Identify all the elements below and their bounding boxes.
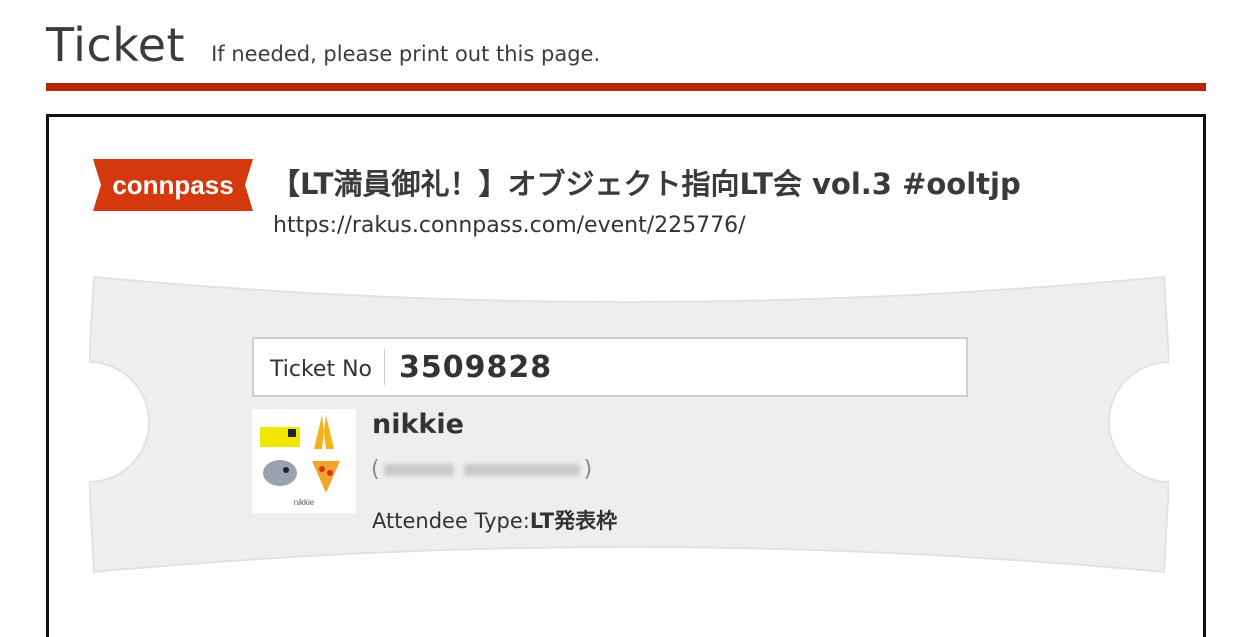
event-title[interactable]: 【LT満員御礼！】オブジェクト指向LT会 vol.3 #ooltjp xyxy=(271,161,1021,203)
redacted-block xyxy=(383,463,454,476)
ticket-number-label: Ticket No xyxy=(254,349,385,385)
ticket-number-box: Ticket No 3509828 xyxy=(252,337,968,397)
attendee-type-label: Attendee Type: xyxy=(372,509,530,533)
ticket-background xyxy=(89,275,1169,574)
paren-open: ( xyxy=(371,457,380,482)
bird-icon xyxy=(263,460,297,486)
attendee-name[interactable]: nikkie xyxy=(372,409,464,440)
connpass-logo: connpass xyxy=(93,159,253,211)
attendee-type-value: LT発表枠 xyxy=(529,509,618,533)
ticket-number-value: 3509828 xyxy=(399,349,553,385)
redacted-block xyxy=(463,463,580,476)
page-subtitle: If needed, please print out this page. xyxy=(211,42,601,66)
avatar-caption: nikkie xyxy=(294,498,315,507)
logo-text: connpass xyxy=(112,170,233,200)
attendee-redacted-name: ( ) xyxy=(371,457,592,482)
paren-close: ) xyxy=(583,457,593,482)
header-divider xyxy=(46,83,1206,91)
page-header: Ticket If needed, please print out this … xyxy=(46,18,600,72)
event-url[interactable]: https://rakus.connpass.com/event/225776/ xyxy=(273,213,746,238)
avatar[interactable]: nikkie xyxy=(252,409,356,513)
ticket-frame: connpass 【LT満員御礼！】オブジェクト指向LT会 vol.3 #ool… xyxy=(46,114,1206,637)
page-title: Ticket xyxy=(46,18,186,72)
attendee-type: Attendee Type:LT発表枠 xyxy=(372,505,617,535)
